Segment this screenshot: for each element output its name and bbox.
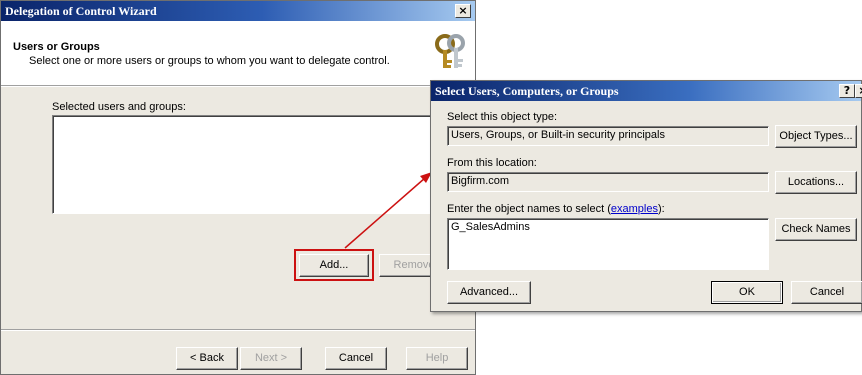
select-dialog-close-button[interactable]: × — [855, 84, 862, 98]
back-button[interactable]: < Back — [176, 347, 238, 370]
add-button[interactable]: Add... — [299, 254, 369, 277]
selected-users-label: Selected users and groups: — [52, 101, 186, 113]
select-dialog-help-button[interactable]: ? — [839, 84, 855, 98]
object-names-label: Enter the object names to select (exampl… — [447, 203, 665, 215]
select-users-dialog: Select Users, Computers, or Groups ? × S… — [430, 80, 862, 312]
wizard-cancel-button[interactable]: Cancel — [325, 347, 387, 370]
wizard-title: Delegation of Control Wizard — [5, 4, 157, 18]
selected-users-list[interactable] — [52, 115, 442, 214]
delegation-wizard-window: Delegation of Control Wizard × Users or … — [0, 0, 476, 375]
wizard-close-button[interactable]: × — [455, 4, 471, 18]
examples-link[interactable]: examples — [611, 203, 658, 215]
location-label: From this location: — [447, 157, 537, 169]
ok-button[interactable]: OK — [711, 281, 783, 304]
object-type-label: Select this object type: — [447, 111, 558, 123]
select-dialog-title-bar[interactable]: Select Users, Computers, or Groups — [431, 81, 861, 101]
keys-icon — [435, 34, 465, 68]
wizard-header-title: Users or Groups — [13, 41, 100, 53]
next-button[interactable]: Next > — [240, 347, 302, 370]
wizard-title-bar[interactable]: Delegation of Control Wizard — [1, 1, 475, 21]
advanced-button[interactable]: Advanced... — [447, 281, 531, 304]
object-types-button[interactable]: Object Types... — [775, 125, 857, 148]
wizard-header-separator — [1, 85, 475, 87]
wizard-help-button[interactable]: Help — [406, 347, 468, 370]
object-type-field: Users, Groups, or Built-in security prin… — [447, 126, 769, 146]
location-field: Bigfirm.com — [447, 172, 769, 192]
object-names-input[interactable]: G_SalesAdmins — [447, 218, 769, 270]
check-names-button[interactable]: Check Names — [775, 218, 857, 241]
locations-button[interactable]: Locations... — [775, 171, 857, 194]
object-names-label-prefix: Enter the object names to select ( — [447, 203, 611, 215]
wizard-footer-separator — [1, 329, 475, 331]
select-dialog-cancel-button[interactable]: Cancel — [791, 281, 862, 304]
object-names-label-suffix: ): — [657, 203, 665, 215]
select-dialog-title: Select Users, Computers, or Groups — [435, 84, 619, 98]
wizard-header: Users or Groups Select one or more users… — [1, 21, 475, 85]
wizard-header-desc: Select one or more users or groups to wh… — [29, 55, 390, 67]
